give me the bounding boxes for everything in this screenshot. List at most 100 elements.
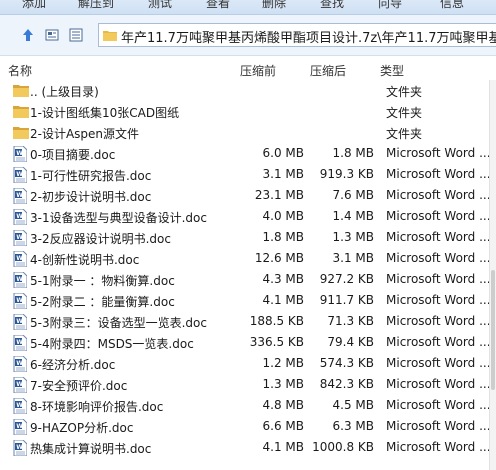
toolbar-view-button[interactable]: 查看: [206, 0, 230, 11]
file-row[interactable]: W 6-经济分析.doc 1.2 MB 574.3 KB Microsoft Word …: [0, 353, 496, 374]
file-row[interactable]: W 5-4附录四：MSDS一览表.doc 336.5 KB 79.4 KB Micros…: [0, 332, 496, 353]
file-type: Microsoft Word ...: [386, 314, 491, 328]
word-doc-icon: W: [13, 250, 29, 268]
svg-text:W: W: [16, 381, 23, 388]
svg-text:W: W: [16, 255, 23, 262]
up-arrow-icon[interactable]: [20, 27, 36, 43]
word-doc-icon: W: [13, 334, 29, 352]
column-type-header[interactable]: 类型: [380, 62, 404, 79]
file-size: 4.0 MB: [262, 209, 304, 223]
file-name: 5-3附录三：设备选型一览表.doc: [30, 316, 207, 330]
view-details-icon[interactable]: [44, 27, 60, 43]
svg-text:W: W: [16, 402, 23, 409]
file-type: Microsoft Word ...: [386, 272, 491, 286]
toolbar-wizard-button[interactable]: 向导: [378, 0, 402, 11]
address-bar: 年产11.7万吨聚甲基丙烯酸甲酯项目设计.7z\年产11.7万吨聚甲基丙烯酸甲酯…: [0, 15, 496, 56]
toolbar: 添加 解压到 测试 查看 删除 查找 向导 信息: [0, 0, 496, 15]
file-row[interactable]: W 9-HAZOP分析.doc 6.6 MB 6.3 MB Microsoft Word…: [0, 416, 496, 437]
file-type: Microsoft Word ...: [386, 230, 491, 244]
file-row[interactable]: W 7-安全预评价.doc 1.3 MB 842.3 KB Microsoft Word…: [0, 374, 496, 395]
toolbar-find-button[interactable]: 查找: [320, 0, 344, 11]
svg-text:W: W: [16, 213, 23, 220]
folder-icon: [13, 125, 29, 141]
file-type: Microsoft Word ...: [386, 335, 491, 349]
word-doc-icon: W: [13, 439, 29, 457]
file-row[interactable]: W 3-1设备选型与典型设备设计.doc 4.0 MB 1.4 MB Microsoft…: [0, 206, 496, 227]
file-type: Microsoft Word ...: [386, 209, 491, 223]
column-name-header[interactable]: 名称: [8, 62, 32, 79]
file-type: Microsoft Word ...: [386, 398, 491, 412]
file-row[interactable]: W 热集成计算说明书.doc 4.1 MB 1000.8 KB Microsoft Wo…: [0, 437, 496, 458]
svg-text:W: W: [16, 192, 23, 199]
toolbar-test-button[interactable]: 测试: [148, 0, 172, 11]
toolbar-info-button[interactable]: 信息: [440, 0, 464, 11]
file-row[interactable]: W 1-可行性研究报告.doc 3.1 MB 919.3 KB Microsoft Wo…: [0, 164, 496, 185]
file-name: 3-1设备选型与典型设备设计.doc: [30, 211, 207, 225]
file-name: 7-安全预评价.doc: [30, 379, 128, 393]
file-size: 1.8 MB: [262, 230, 304, 244]
file-type: Microsoft Word ...: [386, 440, 491, 454]
toolbar-delete-button[interactable]: 删除: [262, 0, 286, 11]
column-size-header[interactable]: 压缩前: [240, 62, 276, 79]
scrollbar-thumb[interactable]: [491, 270, 495, 390]
address-field[interactable]: 年产11.7万吨聚甲基丙烯酸甲酯项目设计.7z\年产11.7万吨聚甲基丙烯酸甲酯…: [98, 23, 496, 47]
svg-text:W: W: [16, 423, 23, 430]
file-name: 0-项目摘要.doc: [30, 148, 116, 162]
list-view-icon[interactable]: [68, 27, 84, 43]
file-name: 5-1附录一 ：物料衡算.doc: [30, 274, 175, 288]
svg-text:W: W: [16, 150, 23, 157]
file-row[interactable]: W 5-1附录一 ：物料衡算.doc 4.3 MB 927.2 KB Microsoft…: [0, 269, 496, 290]
file-size: 336.5 KB: [249, 335, 304, 349]
file-row[interactable]: W 0-项目摘要.doc 6.0 MB 1.8 MB Microsoft Word ..…: [0, 143, 496, 164]
file-type: Microsoft Word ...: [386, 377, 491, 391]
file-type: Microsoft Word ...: [386, 356, 491, 370]
svg-text:W: W: [16, 297, 23, 304]
file-name: 2-设计Aspen源文件: [30, 127, 140, 141]
svg-text:W: W: [16, 360, 23, 367]
file-row[interactable]: 1-设计图纸集10张CAD图纸 文件夹: [0, 101, 496, 122]
file-name: 2-初步设计说明书.doc: [30, 190, 152, 204]
file-row[interactable]: 2-设计Aspen源文件 文件夹: [0, 122, 496, 143]
file-row[interactable]: .. (上级目录) 文件夹: [0, 80, 496, 101]
file-size: 4.1 MB: [262, 293, 304, 307]
word-doc-icon: W: [13, 355, 29, 373]
toolbar-add-button[interactable]: 添加: [22, 0, 46, 11]
file-name: 9-HAZOP分析.doc: [30, 421, 134, 435]
file-size: 12.6 MB: [254, 251, 304, 265]
file-name: 3-2反应器设计说明书.doc: [30, 232, 171, 246]
word-doc-icon: W: [13, 313, 29, 331]
file-name: 1-可行性研究报告.doc: [30, 169, 152, 183]
column-compressed-header[interactable]: 压缩后: [310, 62, 346, 79]
word-doc-icon: W: [13, 292, 29, 310]
file-row[interactable]: W 8-环境影响评价报告.doc 4.8 MB 4.5 MB Microsoft Wor…: [0, 395, 496, 416]
file-type: Microsoft Word ...: [386, 293, 491, 307]
file-name: 热集成计算说明书.doc: [30, 442, 152, 456]
file-name: 5-4附录四：MSDS一览表.doc: [30, 337, 194, 351]
file-type: Microsoft Word ...: [386, 419, 491, 433]
word-doc-icon: W: [13, 187, 29, 205]
svg-text:W: W: [16, 171, 23, 178]
file-type: Microsoft Word ...: [386, 167, 491, 181]
file-type: Microsoft Word ...: [386, 146, 491, 160]
svg-text:W: W: [16, 444, 23, 451]
column-header: 名称 压缩前 压缩后 类型: [0, 58, 496, 80]
file-compressed-size: 1.3 MB: [332, 230, 374, 244]
file-compressed-size: 7.6 MB: [332, 188, 374, 202]
file-row[interactable]: W 5-3附录三：设备选型一览表.doc 188.5 KB 71.3 KB Micros…: [0, 311, 496, 332]
file-size: 1.2 MB: [262, 356, 304, 370]
word-doc-icon: W: [13, 145, 29, 163]
folder-icon: [103, 29, 117, 44]
file-size: 3.1 MB: [262, 167, 304, 181]
file-row[interactable]: W 4-创新性说明书.doc 12.6 MB 3.1 MB Microsoft Word…: [0, 248, 496, 269]
file-size: 188.5 KB: [249, 314, 304, 328]
file-row[interactable]: W 3-2反应器设计说明书.doc 1.8 MB 1.3 MB Microsoft Wo…: [0, 227, 496, 248]
scrollbar[interactable]: [489, 80, 496, 470]
file-compressed-size: 3.1 MB: [332, 251, 374, 265]
file-size: 4.8 MB: [262, 398, 304, 412]
file-compressed-size: 79.4 KB: [327, 335, 374, 349]
file-row[interactable]: W 5-2附录二 ：能量衡算.doc 4.1 MB 911.7 KB Microsoft…: [0, 290, 496, 311]
toolbar-extract-button[interactable]: 解压到: [78, 0, 114, 11]
word-doc-icon: W: [13, 397, 29, 415]
file-type: 文件夹: [386, 127, 423, 141]
file-row[interactable]: W 2-初步设计说明书.doc 23.1 MB 7.6 MB Microsoft Wor…: [0, 185, 496, 206]
